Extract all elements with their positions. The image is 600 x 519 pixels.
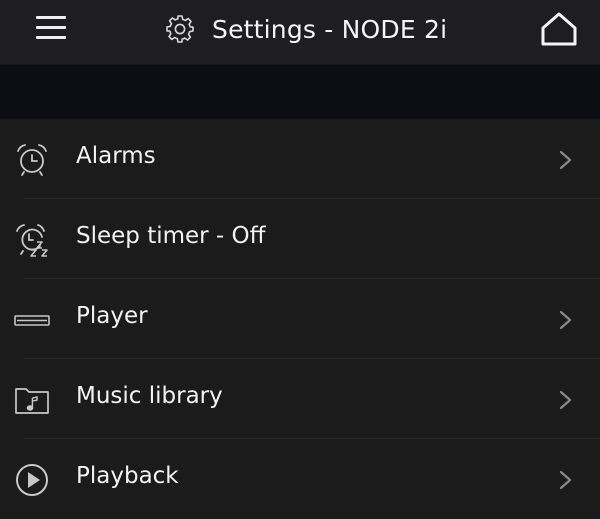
chevron-right-icon xyxy=(559,310,572,330)
music-folder-icon xyxy=(15,388,49,414)
settings-item-label: Playback xyxy=(76,463,179,489)
menu-button[interactable] xyxy=(34,14,68,44)
chevron-right-icon xyxy=(559,150,572,170)
settings-item-alarms[interactable]: Alarms xyxy=(0,119,600,199)
settings-item-label: Sleep timer - Off xyxy=(76,223,266,249)
hamburger-icon-line xyxy=(36,26,66,29)
home-icon[interactable] xyxy=(538,10,580,48)
settings-item-music-library[interactable]: Music library xyxy=(0,359,600,439)
chevron-right-icon xyxy=(559,390,572,410)
settings-item-playback[interactable]: Playback xyxy=(0,439,600,519)
hamburger-icon-line xyxy=(36,36,66,39)
settings-item-player[interactable]: Player xyxy=(0,279,600,359)
header-band xyxy=(0,65,600,119)
page-title: Settings - NODE 2i xyxy=(212,14,448,44)
sleep-timer-icon xyxy=(16,224,48,257)
settings-screen: Settings - NODE 2i Alarms Sleep timer - … xyxy=(0,0,600,519)
settings-list: Alarms Sleep timer - Off Player Music li… xyxy=(0,119,600,519)
chevron-right-icon xyxy=(559,470,572,490)
top-bar: Settings - NODE 2i xyxy=(0,0,600,65)
page-title-group: Settings - NODE 2i xyxy=(164,10,447,48)
settings-item-label: Music library xyxy=(76,383,223,409)
settings-item-label: Alarms xyxy=(76,143,156,169)
hamburger-icon-line xyxy=(36,16,66,19)
alarm-clock-icon xyxy=(17,144,47,176)
player-device-icon xyxy=(14,315,50,326)
settings-item-sleep-timer[interactable]: Sleep timer - Off xyxy=(0,199,600,279)
play-circle-icon xyxy=(16,464,48,496)
gear-icon xyxy=(166,15,194,43)
settings-item-label: Player xyxy=(76,303,148,329)
